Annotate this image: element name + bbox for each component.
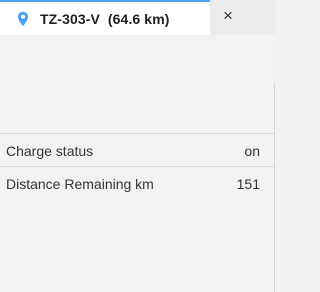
property-row-charge-status: Charge status on [0, 134, 274, 166]
property-row-distance-remaining: Distance Remaining km 151 [0, 167, 274, 199]
tab-title: TZ-303-V (64.6 km) [40, 11, 170, 27]
properties-list: Charge status on Distance Remaining km 1… [0, 133, 274, 199]
vehicle-tab[interactable]: TZ-303-V (64.6 km) [0, 0, 210, 35]
property-label: Distance Remaining km [6, 176, 154, 192]
property-value: 151 [236, 176, 260, 192]
property-value: on [244, 143, 260, 159]
panel-border [274, 83, 275, 292]
property-label: Charge status [6, 143, 94, 159]
location-pin-icon [17, 11, 29, 27]
tab-bar: TZ-303-V (64.6 km) × [0, 0, 276, 35]
close-tab-icon[interactable]: × [219, 7, 237, 25]
